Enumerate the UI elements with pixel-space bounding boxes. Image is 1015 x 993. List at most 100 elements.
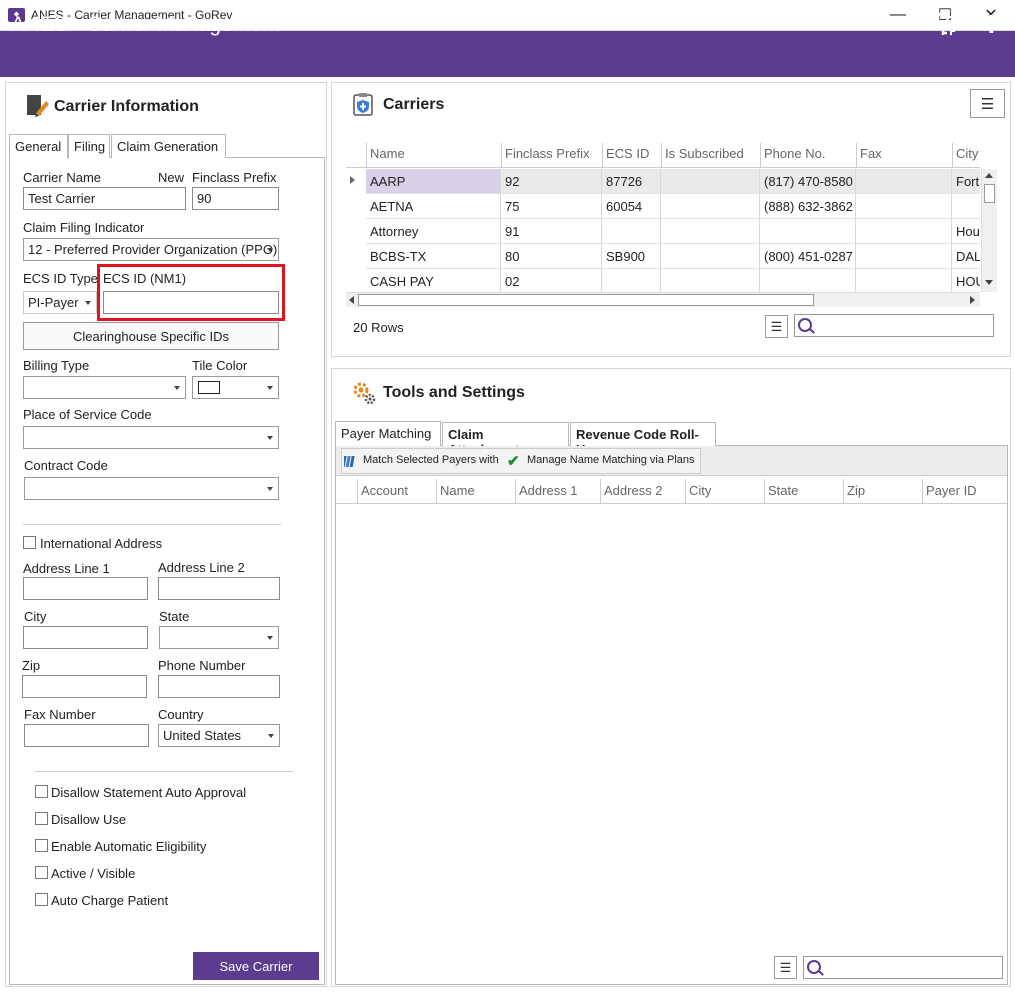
ecs-id-type-value: PI-Payer (28, 295, 79, 310)
tab-payer-matching[interactable]: Payer Matching (335, 421, 441, 446)
table-cell (602, 219, 661, 244)
table-cell: 80 (501, 244, 602, 269)
table-row[interactable]: AETNA 75 60054 (888) 632-3862 (346, 194, 980, 219)
row-count: 20 Rows (353, 320, 404, 335)
column-header-ecs-id[interactable]: ECS ID (606, 146, 649, 161)
scroll-thumb[interactable] (358, 294, 814, 306)
claim-filing-indicator-select[interactable]: 12 - Preferred Provider Organization (PP… (23, 238, 279, 261)
international-address-checkbox[interactable] (23, 536, 36, 549)
column-separator (600, 479, 601, 503)
table-cell (661, 219, 760, 244)
table-cell (760, 269, 856, 293)
tab-revenue-code-roll-up[interactable]: Revenue Code Roll-Up (570, 422, 716, 457)
highlight-annotation-box (97, 264, 285, 321)
tile-color-select[interactable] (192, 376, 279, 399)
table-cell: BCBS-TX (366, 244, 501, 269)
country-select[interactable]: United States (158, 724, 280, 747)
horizontal-scrollbar[interactable] (346, 292, 980, 307)
auto-charge-patient-checkbox[interactable] (35, 893, 48, 906)
carriers-menu-button[interactable]: ☰ (970, 89, 1005, 118)
column-header-address-2[interactable]: Address 2 (604, 483, 663, 498)
column-separator (357, 479, 358, 503)
table-row[interactable]: BCBS-TX 80 SB900 (800) 451-0287 DAL (346, 244, 980, 269)
save-carrier-button[interactable]: Save Carrier (193, 952, 319, 980)
minimize-button[interactable]: — (880, 4, 916, 26)
fax-number-input[interactable] (24, 724, 149, 747)
address-line-2-input[interactable] (158, 577, 280, 600)
chevron-down-icon (267, 487, 273, 491)
table-row[interactable]: CASH PAY 02 HOU (346, 269, 980, 293)
scroll-down-icon[interactable] (985, 280, 993, 285)
tab-general[interactable]: General (9, 134, 68, 159)
column-header-city[interactable]: City (689, 483, 711, 498)
clearinghouse-specific-ids-button[interactable]: Clearinghouse Specific IDs (23, 322, 279, 350)
tab-claim-attachments[interactable]: Claim Attachments (442, 422, 569, 457)
table-row[interactable]: AARP 92 87726 (817) 470-8580 Fort (346, 169, 980, 194)
disallow-statement-auto-approval-label: Disallow Statement Auto Approval (51, 785, 247, 800)
column-separator (436, 479, 437, 503)
column-header-payer-id[interactable]: Payer ID (926, 483, 977, 498)
city-input[interactable] (23, 626, 148, 649)
table-cell (856, 219, 952, 244)
hamburger-icon: ☰ (770, 318, 783, 334)
column-separator (922, 479, 923, 503)
disallow-statement-auto-approval-checkbox[interactable] (35, 785, 48, 798)
scroll-right-icon[interactable] (970, 296, 975, 304)
payer-grid-menu-button[interactable]: ☰ (774, 956, 797, 979)
column-header-state[interactable]: State (768, 483, 798, 498)
ecs-id-type-select[interactable]: PI-Payer (23, 291, 97, 314)
table-cell: 02 (501, 269, 602, 293)
column-header-address-1[interactable]: Address 1 (519, 483, 578, 498)
manage-name-matching-button[interactable]: Manage Name Matching via Plans (527, 454, 695, 466)
contract-code-select[interactable] (24, 477, 279, 500)
carriers-search-input[interactable] (794, 314, 994, 337)
table-cell (661, 269, 760, 293)
carrier-name-input[interactable]: Test Carrier (23, 187, 186, 210)
scroll-left-icon[interactable] (349, 296, 354, 304)
carrier-shield-icon (351, 92, 377, 118)
column-header-phone[interactable]: Phone No. (764, 146, 825, 161)
zip-input[interactable] (22, 675, 147, 698)
tab-filing[interactable]: Filing (68, 134, 110, 158)
payer-search-input[interactable] (803, 956, 1003, 979)
books-icon (341, 454, 358, 468)
enable-automatic-eligibility-checkbox[interactable] (35, 839, 48, 852)
disallow-use-checkbox[interactable] (35, 812, 48, 825)
column-header-zip[interactable]: Zip (847, 483, 865, 498)
claim-filing-indicator-label: Claim Filing Indicator (23, 220, 145, 235)
chevron-down-icon (174, 386, 180, 390)
table-cell: (817) 470-8580 (760, 169, 856, 194)
tab-claim-generation[interactable]: Claim Generation (111, 134, 226, 158)
carriers-grid-menu-button[interactable]: ☰ (765, 315, 788, 338)
table-row[interactable]: Attorney 91 Hou (346, 219, 980, 244)
phone-number-input[interactable] (158, 675, 280, 698)
column-separator (856, 143, 857, 167)
column-header-name[interactable]: Name (370, 146, 405, 161)
column-header-account[interactable]: Account (361, 483, 408, 498)
tools-settings-title: Tools and Settings (383, 384, 525, 401)
billing-type-label: Billing Type (23, 358, 90, 373)
column-header-is-subscribed[interactable]: Is Subscribed (665, 146, 744, 161)
place-of-service-select[interactable] (23, 426, 279, 449)
column-separator (760, 143, 761, 167)
column-separator (501, 143, 502, 167)
match-selected-payers-button[interactable]: Match Selected Payers with (363, 454, 499, 466)
vertical-scrollbar[interactable] (981, 169, 997, 292)
column-header-fax[interactable]: Fax (860, 146, 882, 161)
active-visible-checkbox[interactable] (35, 866, 48, 879)
address-line-1-input[interactable] (23, 577, 148, 600)
finclass-prefix-input[interactable]: 90 (192, 187, 279, 210)
billing-type-select[interactable] (23, 376, 186, 399)
ecs-id-type-label: ECS ID Type (23, 271, 98, 286)
scroll-up-icon[interactable] (985, 173, 993, 178)
help-icon[interactable]: ? (977, 9, 1007, 39)
column-header-finclass-prefix[interactable]: Finclass Prefix (505, 146, 590, 161)
state-select[interactable] (159, 626, 279, 649)
column-header-name[interactable]: Name (440, 483, 475, 498)
table-cell (952, 194, 980, 219)
keys-icon[interactable] (931, 9, 961, 39)
scroll-thumb[interactable] (984, 184, 995, 203)
column-separator (952, 143, 953, 167)
column-header-city[interactable]: City (956, 146, 978, 161)
state-label: State (159, 609, 190, 624)
